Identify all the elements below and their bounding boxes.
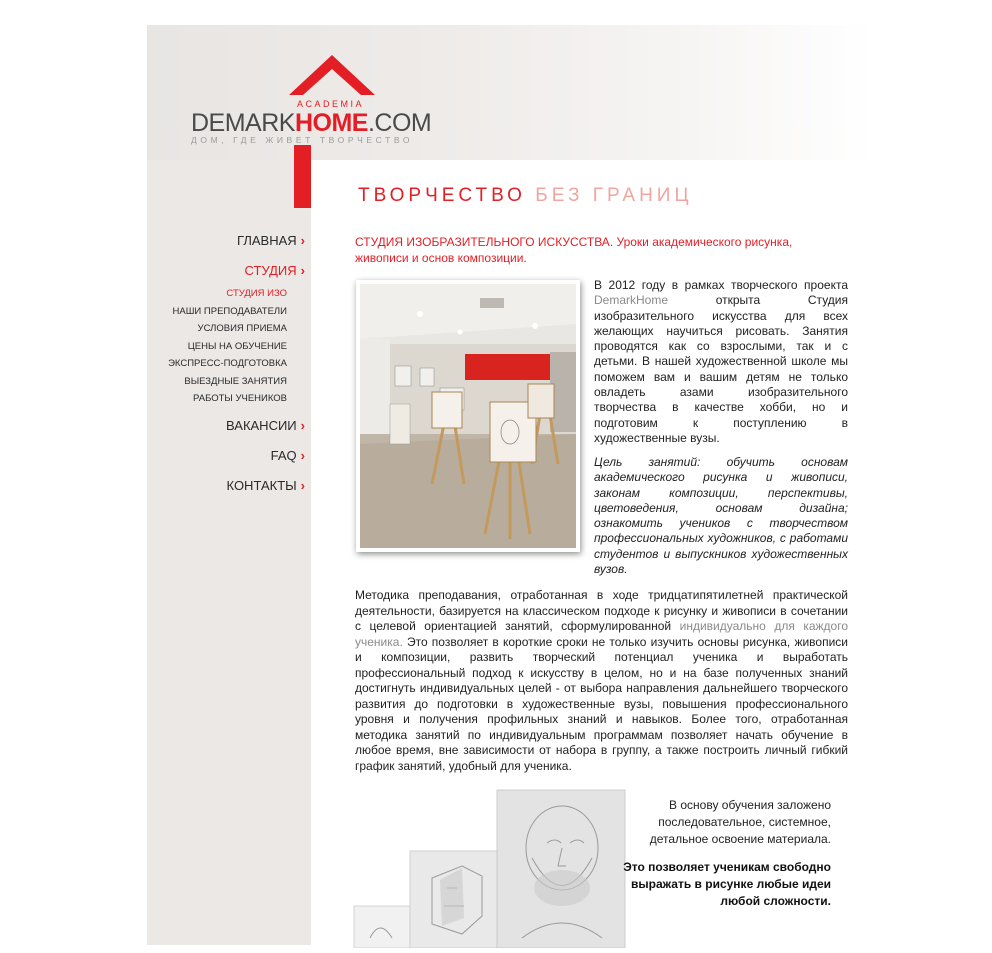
page-slogan: ТВОРЧЕСТВО БЕЗ ГРАНИЦ [358, 185, 693, 207]
studio-classroom-illustration [360, 284, 576, 548]
sidebar-nav: ГЛАВНАЯ › СТУДИЯ › СТУДИЯ ИЗО НАШИ ПРЕПОДА… [168, 233, 305, 508]
basis-text: В основу обучения заложено последователь… [649, 798, 831, 846]
method-text: Методика преподавания, отработанная в хо… [355, 588, 848, 774]
method-text-part: Это позволяет в короткие сроки не только… [355, 634, 848, 773]
logo-brand-left: DEMARK [191, 109, 295, 137]
subnav-item-student-works[interactable]: РАБОТЫ УЧЕНИКОВ [168, 390, 305, 408]
about-text-part: открыта Студия изобразительного искусств… [594, 293, 848, 445]
nav-item-home[interactable]: ГЛАВНАЯ › [168, 233, 305, 248]
nav-item-contacts[interactable]: КОНТАКТЫ › [168, 478, 305, 493]
about-text: В 2012 году в рамках творческого проекта… [594, 278, 848, 446]
chevron-right-icon: › [300, 417, 305, 433]
logo-brand-suffix: .COM [367, 109, 432, 137]
logo-wordmark: DEMARKHOME.COM [191, 109, 432, 138]
slogan-part-2: БЕЗ ГРАНИЦ [535, 185, 693, 206]
plaster-bust-drawings [352, 788, 632, 949]
page: ACADEMIA DEMARKHOME.COM ДОМ, ГДЕ ЖИВЕТ Т… [147, 25, 875, 949]
studio-photo [356, 280, 580, 552]
nav-item-label: СТУДИЯ [244, 263, 297, 278]
bust-drawings-illustration [353, 789, 626, 949]
slogan-part-1: ТВОРЧЕСТВО [358, 185, 526, 206]
about-text-part: В 2012 году в рамках творческого проекта [594, 278, 848, 292]
nav-item-label: FAQ [270, 447, 297, 463]
logo-academia: ACADEMIA [297, 99, 365, 109]
nav-item-vacancies[interactable]: ВАКАНСИИ › [168, 418, 305, 433]
goal-text: Цель занятий: обучить основам академичес… [594, 455, 848, 577]
nav-item-faq[interactable]: FAQ › [168, 448, 305, 463]
benefit-text: Это позволяет ученикам свободно выражать… [623, 860, 831, 908]
subnav-item-teachers[interactable]: НАШИ ПРЕПОДАВАТЕЛИ [168, 303, 305, 321]
logo-brand-right: HOME [294, 109, 369, 137]
nav-item-label: ГЛАВНАЯ [237, 233, 297, 248]
subnav-item-prices[interactable]: ЦЕНЫ НА ОБУЧЕНИЕ [168, 338, 305, 356]
nav-item-studio[interactable]: СТУДИЯ › [168, 263, 305, 278]
demarkhome-link[interactable]: DemarkHome [594, 293, 668, 307]
studio-submenu: СТУДИЯ ИЗО НАШИ ПРЕПОДАВАТЕЛИ УСЛОВИЯ ПР… [168, 285, 305, 408]
subnav-item-admission[interactable]: УСЛОВИЯ ПРИЕМА [168, 320, 305, 338]
subnav-item-outdoor[interactable]: ВЫЕЗДНЫЕ ЗАНЯТИЯ [168, 373, 305, 391]
chevron-right-icon: › [300, 447, 305, 463]
nav-item-label: КОНТАКТЫ [226, 477, 297, 493]
chevron-right-icon: › [300, 233, 305, 248]
chevron-right-icon: › [300, 477, 305, 493]
intro-text: СТУДИЯ ИЗОБРАЗИТЕЛЬНОГО ИСКУССТВА. Уроки… [355, 235, 793, 265]
subnav-item-express[interactable]: ЭКСПРЕСС-ПОДГОТОВКА [168, 355, 305, 373]
studio-photo-image [360, 284, 576, 548]
chevron-right-icon: › [300, 263, 305, 278]
logo-tagline: ДОМ, ГДЕ ЖИВЕТ ТВОРЧЕСТВО [191, 135, 414, 145]
nav-item-label: ВАКАНСИИ [226, 417, 297, 433]
subnav-item-art-studio[interactable]: СТУДИЯ ИЗО [168, 285, 305, 303]
logo[interactable]: ACADEMIA DEMARKHOME.COM ДОМ, ГДЕ ЖИВЕТ Т… [191, 55, 432, 155]
